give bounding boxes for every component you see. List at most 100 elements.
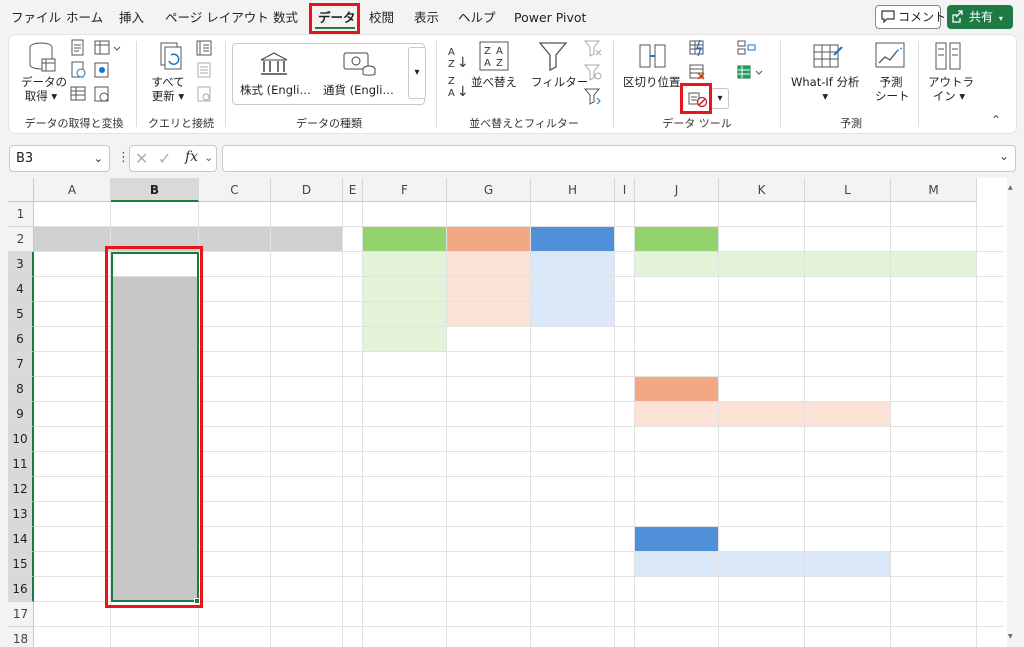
svg-text:Z: Z bbox=[496, 58, 503, 69]
row-header-3[interactable]: 3 bbox=[8, 252, 34, 277]
properties-icon[interactable] bbox=[195, 61, 213, 79]
enter-icon[interactable]: ✓ bbox=[158, 149, 171, 168]
column-header-h[interactable]: H bbox=[531, 178, 615, 202]
row-header-12[interactable]: 12 bbox=[8, 477, 34, 502]
tab-file[interactable]: ファイル bbox=[11, 5, 61, 31]
row-header-17[interactable]: 17 bbox=[8, 602, 34, 627]
row-header-4[interactable]: 4 bbox=[8, 277, 34, 302]
column-header-e[interactable]: E bbox=[343, 178, 363, 202]
row-header-6[interactable]: 6 bbox=[8, 327, 34, 352]
dept-header bbox=[531, 227, 615, 252]
row-header-7[interactable]: 7 bbox=[8, 352, 34, 377]
table-header bbox=[199, 227, 271, 252]
date-cell bbox=[34, 302, 111, 327]
section-cell bbox=[531, 252, 615, 277]
row-header-8[interactable]: 8 bbox=[8, 377, 34, 402]
data-validation-dropdown[interactable]: ▾ bbox=[711, 88, 729, 109]
row-header-14[interactable]: 14 bbox=[8, 527, 34, 552]
sort-az-button[interactable]: A Z ↓ bbox=[448, 48, 469, 71]
cancel-icon[interactable]: ✕ bbox=[135, 149, 148, 168]
formula-input[interactable]: ⌄ bbox=[222, 145, 1016, 172]
vertical-scrollbar[interactable]: ▲ ▼ bbox=[1007, 178, 1016, 647]
row-header-5[interactable]: 5 bbox=[8, 302, 34, 327]
collapse-ribbon-icon[interactable]: ⌃ bbox=[991, 113, 1001, 127]
clear-filter-icon[interactable] bbox=[583, 39, 603, 57]
recent-sources-icon[interactable] bbox=[93, 39, 121, 57]
date-cell bbox=[34, 402, 111, 427]
group-label-sort-filter: 並べ替えとフィルター bbox=[469, 117, 579, 130]
select-all-corner[interactable] bbox=[8, 178, 34, 202]
reapply-icon[interactable] bbox=[583, 63, 603, 81]
member-cell bbox=[719, 602, 805, 627]
row-header-16[interactable]: 16 bbox=[8, 577, 34, 602]
tab-review[interactable]: 校閲 bbox=[369, 5, 394, 31]
column-header-b[interactable]: B bbox=[111, 178, 199, 202]
member-cell bbox=[635, 577, 719, 602]
sheet-title bbox=[34, 202, 224, 227]
column-header-l[interactable]: L bbox=[805, 178, 891, 202]
scroll-down-icon[interactable]: ▼ bbox=[1008, 633, 1013, 640]
gridline-v bbox=[342, 202, 343, 647]
column-header-d[interactable]: D bbox=[271, 178, 343, 202]
sort-za-button[interactable]: Z A ↓ bbox=[448, 77, 469, 100]
name-box[interactable]: B3 ⌄ bbox=[9, 145, 110, 172]
worksheet-grid[interactable]: ABCDEFGHIJKLM 1 2 3 4 5 6 7 8 9 10 11 12 13 14 15 16 17 1… bbox=[8, 178, 1016, 647]
column-header-g[interactable]: G bbox=[447, 178, 531, 202]
data-types-more-button[interactable]: ▾ bbox=[408, 47, 426, 99]
consolidate-icon[interactable] bbox=[736, 39, 756, 57]
column-header-i[interactable]: I bbox=[615, 178, 635, 202]
from-table-icon[interactable] bbox=[69, 85, 87, 103]
row-header-10[interactable]: 10 bbox=[8, 427, 34, 452]
section-header bbox=[805, 402, 891, 427]
insert-function-icon[interactable]: fx bbox=[185, 149, 198, 165]
column-header-f[interactable]: F bbox=[363, 178, 447, 202]
row-header-9[interactable]: 9 bbox=[8, 402, 34, 427]
row-header-11[interactable]: 11 bbox=[8, 452, 34, 477]
column-header-k[interactable]: K bbox=[719, 178, 805, 202]
tab-view[interactable]: 表示 bbox=[414, 5, 439, 31]
share-icon bbox=[952, 10, 963, 23]
tab-power-pivot[interactable]: Power Pivot bbox=[514, 5, 586, 31]
column-header-j[interactable]: J bbox=[635, 178, 719, 202]
row-header-2[interactable]: 2 bbox=[8, 227, 34, 252]
section-cell bbox=[531, 302, 615, 327]
refresh-icon bbox=[160, 42, 182, 70]
tab-insert[interactable]: 挿入 bbox=[119, 5, 144, 31]
scroll-up-icon[interactable]: ▲ bbox=[1008, 184, 1013, 191]
advanced-filter-icon[interactable] bbox=[583, 87, 603, 105]
from-text-icon[interactable] bbox=[69, 39, 87, 57]
tab-page-layout[interactable]: ページ レイアウト bbox=[165, 5, 269, 31]
flash-fill-icon[interactable] bbox=[688, 39, 706, 57]
column-header-a[interactable]: A bbox=[34, 178, 111, 202]
member-cell bbox=[635, 302, 719, 327]
dept-header bbox=[363, 227, 447, 252]
currency-icon bbox=[343, 52, 376, 76]
from-web-icon[interactable] bbox=[69, 61, 87, 79]
separator bbox=[918, 41, 919, 127]
share-button[interactable]: 共有 ▾ bbox=[947, 5, 1013, 29]
tab-home[interactable]: ホーム bbox=[66, 5, 103, 31]
row-header-13[interactable]: 13 bbox=[8, 502, 34, 527]
row-header-15[interactable]: 15 bbox=[8, 552, 34, 577]
tab-formulas[interactable]: 数式 bbox=[273, 5, 298, 31]
queries-connections-icon[interactable] bbox=[195, 39, 213, 57]
comment-button[interactable]: コメント bbox=[875, 5, 946, 29]
row-header-1[interactable]: 1 bbox=[8, 202, 34, 227]
row-header-18[interactable]: 18 bbox=[8, 627, 34, 647]
recent-sources-2-icon[interactable] bbox=[93, 85, 111, 103]
date-cell bbox=[34, 577, 111, 602]
column-header-c[interactable]: C bbox=[199, 178, 271, 202]
dept-header bbox=[447, 227, 531, 252]
svg-text:Z: Z bbox=[484, 46, 491, 57]
excel-window: ファイル ホーム 挿入 ページ レイアウト 数式 データ 校閲 表示 ヘルプ P… bbox=[0, 0, 1024, 647]
tab-help[interactable]: ヘルプ bbox=[458, 5, 496, 31]
data-model-icon[interactable] bbox=[736, 63, 764, 81]
column-header-m[interactable]: M bbox=[891, 178, 977, 202]
remove-duplicates-icon[interactable] bbox=[688, 63, 706, 81]
member-cell bbox=[805, 602, 891, 627]
existing-connections-icon[interactable] bbox=[93, 61, 111, 79]
edit-links-icon[interactable] bbox=[195, 85, 213, 103]
expand-formula-bar-icon[interactable]: ⌄ bbox=[999, 149, 1009, 163]
member-cell bbox=[805, 627, 891, 647]
section-header bbox=[805, 252, 891, 277]
